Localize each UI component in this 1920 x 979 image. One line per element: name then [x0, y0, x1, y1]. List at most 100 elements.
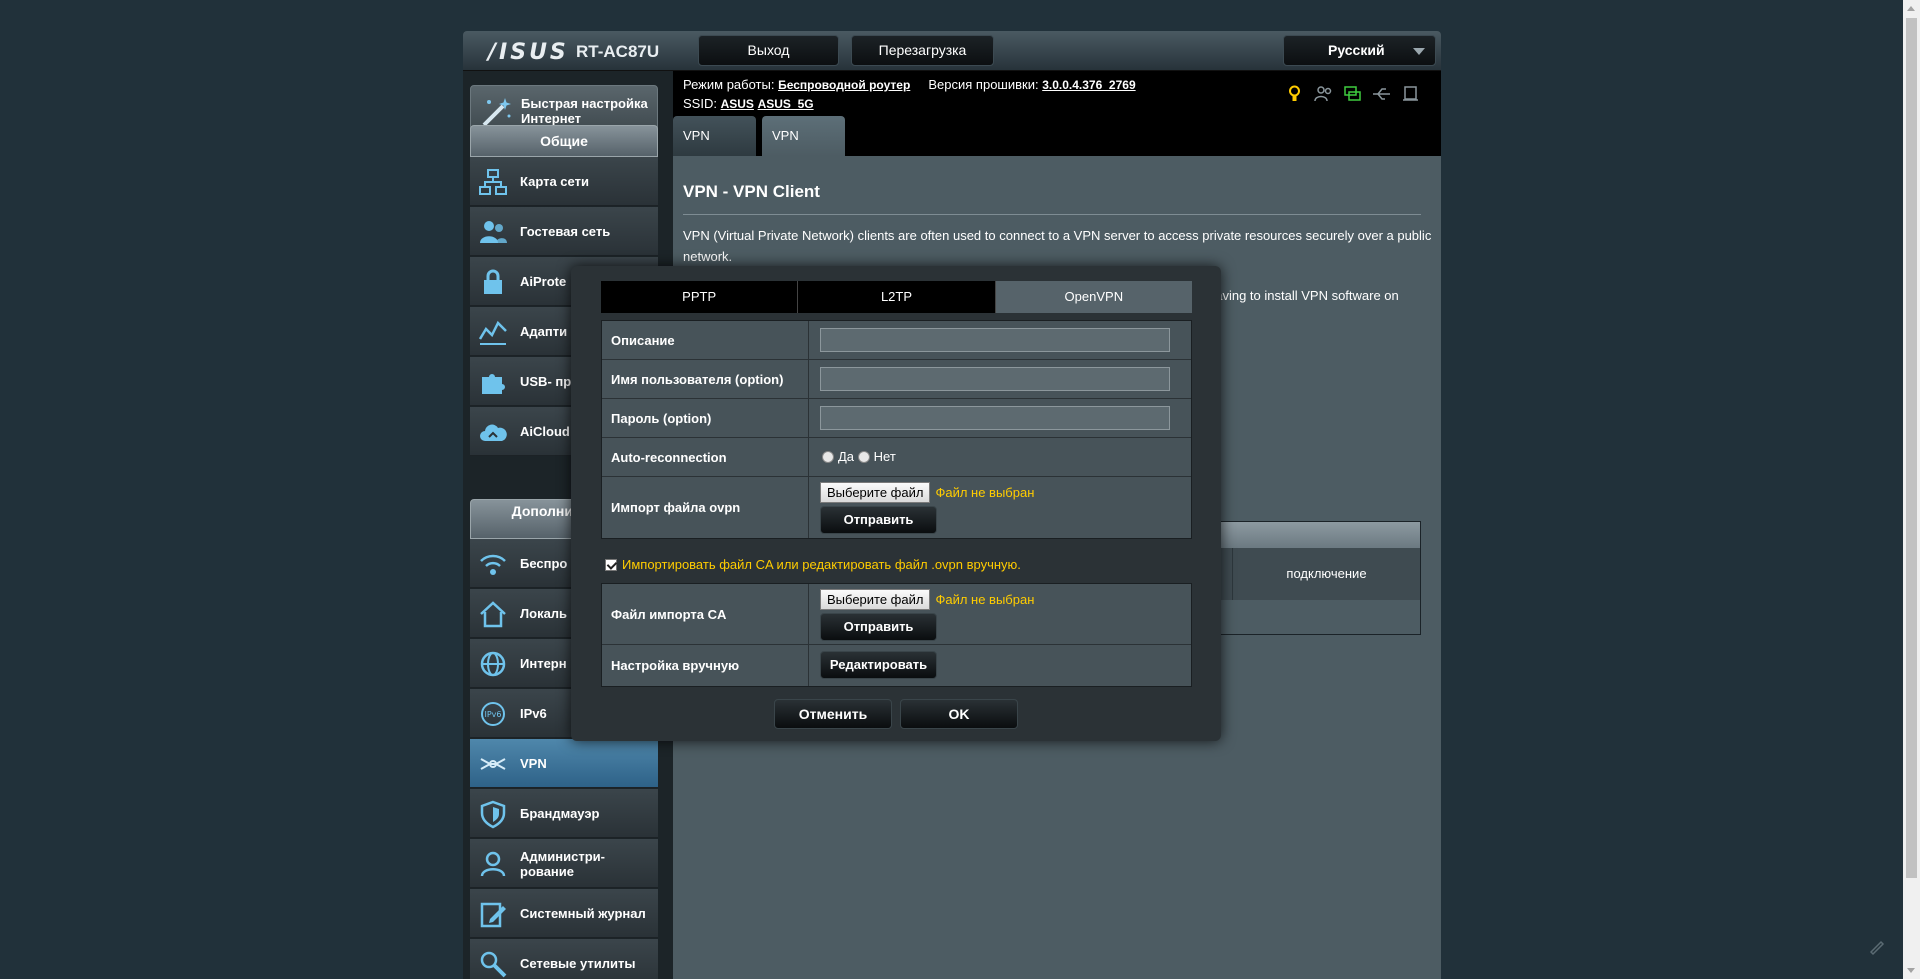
chevron-down-icon	[1413, 48, 1425, 55]
password-input[interactable]	[820, 406, 1170, 430]
ovpn-import-label: Импорт файла ovpn	[602, 477, 809, 538]
upload-ovpn-button[interactable]: Отправить	[820, 506, 937, 534]
radio-no[interactable]	[857, 450, 870, 463]
log-pencil-icon	[478, 899, 508, 929]
openvpn-form: Описание Имя пользователя (option) Парол…	[601, 320, 1192, 539]
ca-import-label: Файл импорта CA	[602, 584, 809, 644]
ssid-label: SSID:	[683, 96, 717, 111]
network-status-icon[interactable]	[1343, 85, 1362, 103]
network-map-icon	[478, 167, 508, 197]
sidebar-item-firewall[interactable]: Брандмауэр	[470, 789, 658, 838]
clients-icon[interactable]	[1314, 85, 1333, 103]
top-bar: /ISUS RT-AC87U Выход Перезагрузка Русски…	[463, 31, 1441, 71]
traffic-chart-icon	[478, 317, 508, 347]
tab-vpn-client[interactable]: VPN Client	[762, 116, 845, 183]
tools-icon	[478, 949, 508, 979]
form-row-ovpn-import: Импорт файла ovpn Выберите файл Файл не …	[602, 477, 1191, 538]
logout-button[interactable]: Выход	[698, 35, 839, 66]
sidebar-item-label: VPN	[520, 756, 547, 771]
printer-icon[interactable]	[1401, 85, 1420, 103]
description-input[interactable]	[820, 328, 1170, 352]
scrollbar-thumb[interactable]	[1906, 18, 1917, 878]
ca-import-checkbox-row[interactable]: Импортировать файл CA или редактировать …	[605, 557, 1021, 572]
radio-yes-label: Да	[838, 449, 855, 464]
ssid-line: SSID: ASUS ASUS_5G	[683, 96, 814, 111]
tab-vpn-server[interactable]: VPN сервер	[673, 116, 756, 183]
sidebar-item-label: Администри- рование	[520, 848, 605, 879]
description-fragment: having to install VPN software on	[1208, 288, 1399, 303]
radio-no-label: Нет	[873, 449, 896, 464]
scroll-down-arrow[interactable]	[1907, 968, 1915, 973]
sidebar-item-vpn[interactable]: VPN	[470, 739, 658, 788]
sidebar-item-network-tools[interactable]: Сетевые утилиты	[470, 939, 658, 979]
protocol-tabs: PPTP L2TP OpenVPN	[601, 281, 1192, 313]
sidebar-item-guest-network[interactable]: Гостевая сеть	[470, 207, 658, 256]
home-icon	[478, 599, 508, 629]
username-input[interactable]	[820, 367, 1170, 391]
scroll-up-arrow[interactable]	[1907, 6, 1915, 11]
sidebar-item-system-log[interactable]: Системный журнал	[470, 889, 658, 938]
sidebar-item-label: Системный журнал	[520, 906, 646, 921]
tab-pptp[interactable]: PPTP	[601, 281, 799, 313]
choose-ovpn-file-button[interactable]: Выберите файл	[820, 482, 931, 503]
guest-users-icon	[478, 217, 508, 247]
autoreconnection-radios: Да Нет	[822, 449, 896, 464]
asus-logo: /ISUS	[488, 40, 569, 65]
sidebar-item-label: Сетевые утилиты	[520, 956, 636, 971]
divider	[683, 214, 1421, 215]
shield-icon	[478, 799, 508, 829]
ca-import-checkbox-label: Импортировать файл CA или редактировать …	[622, 557, 1021, 572]
firmware-label: Версия прошивки:	[928, 77, 1039, 92]
quick-setup-label: Быстрая настройка Интернет	[521, 96, 648, 126]
cancel-button[interactable]: Отменить	[774, 699, 892, 729]
reboot-button[interactable]: Перезагрузка	[851, 35, 994, 66]
ok-button[interactable]: OK	[900, 699, 1018, 729]
form-row-username: Имя пользователя (option)	[602, 360, 1191, 399]
menu-header-general: Общие	[470, 125, 658, 157]
form-row-password: Пароль (option)	[602, 399, 1191, 438]
form-row-description: Описание	[602, 321, 1191, 360]
sidebar-item-label: Брандмауэр	[520, 806, 600, 821]
lock-icon	[478, 267, 508, 297]
mode-link[interactable]: Беспроводной роутер	[778, 78, 910, 92]
radio-yes[interactable]	[822, 450, 834, 463]
lightbulb-icon[interactable]	[1285, 85, 1304, 103]
cloud-icon	[478, 417, 508, 447]
upload-ca-button[interactable]: Отправить	[820, 613, 937, 641]
ca-file-chooser: Выберите файл Файл не выбран	[820, 589, 1034, 610]
form-row-manual: Настройка вручную Редактировать	[602, 645, 1191, 686]
password-label: Пароль (option)	[602, 399, 809, 437]
form-row-ca-import: Файл импорта CA Выберите файл Файл не вы…	[602, 584, 1191, 645]
firmware-link[interactable]: 3.0.0.4.376_2769	[1042, 78, 1135, 92]
edit-corner-icon	[1868, 939, 1886, 957]
ca-no-file-text: Файл не выбран	[935, 592, 1035, 607]
page-title: VPN - VPN Client	[683, 182, 820, 201]
user-icon	[478, 849, 508, 879]
vpn-description: VPN (Virtual Private Network) clients ar…	[683, 228, 1432, 264]
connection-column-header: подключение	[1232, 548, 1420, 600]
edit-button[interactable]: Редактировать	[820, 651, 937, 679]
ca-import-checkbox[interactable]	[605, 558, 617, 571]
ssid-link-2[interactable]: ASUS_5G	[758, 97, 814, 111]
choose-ca-file-button[interactable]: Выберите файл	[820, 589, 931, 610]
language-select[interactable]: Русский	[1283, 35, 1436, 66]
sidebar-item-label: Гостевая сеть	[520, 224, 611, 239]
ca-form: Файл импорта CA Выберите файл Файл не вы…	[601, 583, 1192, 687]
manual-settings-label: Настройка вручную	[602, 645, 809, 686]
description-label: Описание	[602, 321, 809, 359]
ssid-link-1[interactable]: ASUS	[721, 97, 754, 111]
autoreconnection-label: Auto-reconnection	[602, 438, 809, 476]
puzzle-icon	[478, 367, 508, 397]
sidebar-item-network-map[interactable]: Карта сети	[470, 157, 658, 206]
vpn-icon	[478, 749, 508, 779]
page-scrollbar[interactable]	[1903, 0, 1920, 979]
sidebar-item-administration[interactable]: Администри- рование	[470, 839, 658, 888]
tab-l2tp[interactable]: L2TP	[798, 281, 996, 313]
wifi-icon	[478, 549, 508, 579]
tab-openvpn[interactable]: OpenVPN	[995, 281, 1192, 313]
language-value: Русский	[1328, 42, 1385, 58]
usb-icon[interactable]	[1372, 85, 1391, 103]
sidebar-item-label: Карта сети	[520, 174, 589, 189]
ovpn-no-file-text: Файл не выбран	[935, 485, 1035, 500]
status-icons	[1285, 85, 1420, 103]
